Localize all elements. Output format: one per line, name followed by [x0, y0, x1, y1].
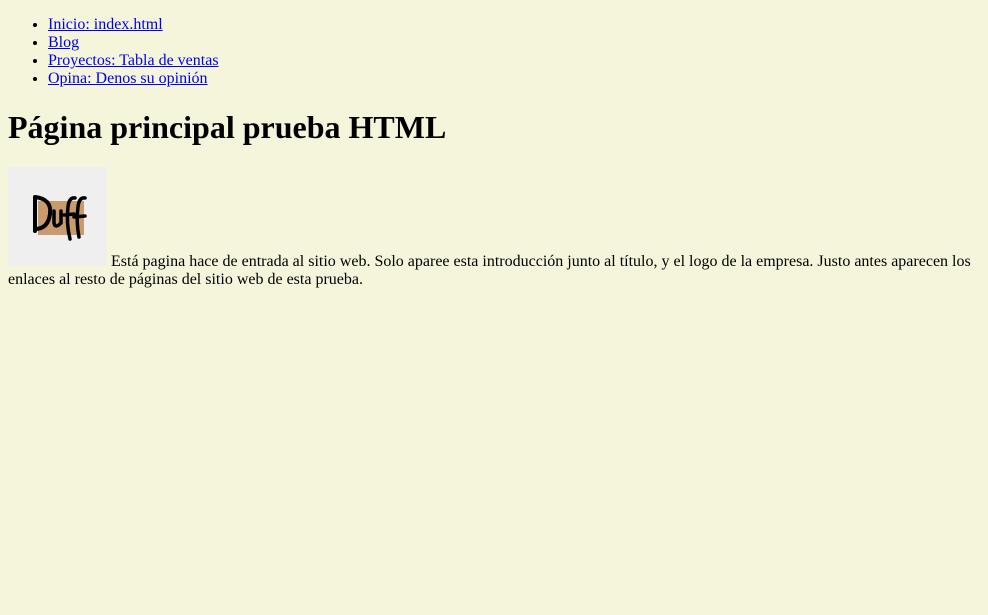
duff-logo-icon: [8, 167, 107, 266]
page-title: Página principal prueba HTML: [8, 109, 447, 145]
intro-text: Está pagina hace de entrada al sitio web…: [8, 253, 971, 288]
nav-item-inicio: Inicio: index.html: [48, 16, 980, 34]
intro-paragraph: Está pagina hace de entrada al sitio web…: [8, 167, 980, 289]
nav-link-blog[interactable]: Blog: [48, 34, 79, 51]
nav-link-inicio[interactable]: Inicio: index.html: [48, 16, 163, 33]
nav-item-opina: Opina: Denos su opinión: [48, 70, 980, 88]
nav-list: Inicio: index.html Blog Proyectos: Tabla…: [8, 16, 980, 88]
duff-logo-svg: [33, 195, 87, 241]
nav-link-opina[interactable]: Opina: Denos su opinión: [48, 70, 208, 87]
nav-item-blog: Blog: [48, 34, 980, 52]
nav-item-proyectos: Proyectos: Tabla de ventas: [48, 52, 980, 70]
nav-link-proyectos[interactable]: Proyectos: Tabla de ventas: [48, 52, 219, 69]
